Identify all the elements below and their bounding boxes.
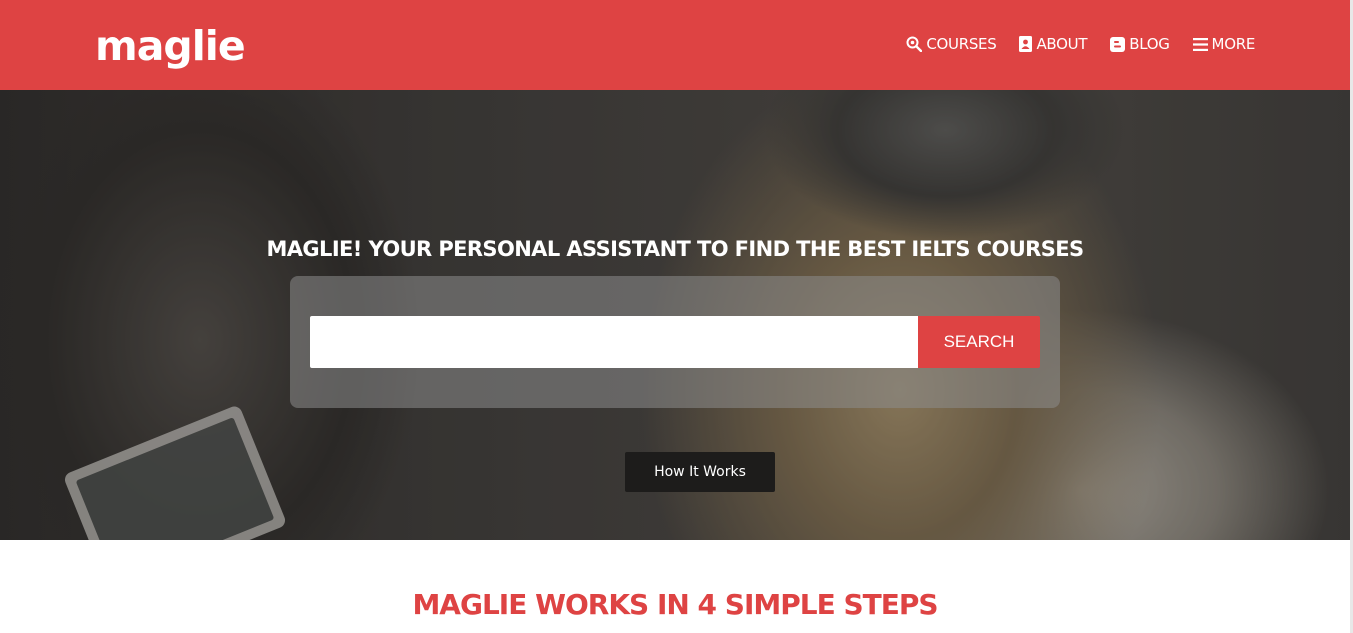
- nav-item-label: MORE: [1211, 35, 1256, 53]
- how-it-works-button[interactable]: How It Works: [625, 452, 775, 492]
- main-nav: COURSES ABOUT BLOG MORE: [906, 34, 1255, 54]
- nav-item-label: ABOUT: [1036, 35, 1088, 53]
- steps-title: MAGLIE WORKS IN 4 SIMPLE STEPS: [412, 588, 938, 621]
- search-button[interactable]: SEARCH: [918, 316, 1040, 368]
- blogger-icon: [1110, 36, 1126, 52]
- site-logo[interactable]: maglie: [95, 22, 246, 70]
- nav-item-about[interactable]: ABOUT: [1019, 34, 1088, 54]
- search-panel: SEARCH: [290, 276, 1060, 408]
- nav-item-label: BLOG: [1129, 35, 1170, 53]
- hero-section: MAGLIE! YOUR PERSONAL ASSISTANT TO FIND …: [0, 90, 1350, 540]
- hero-title: MAGLIE! YOUR PERSONAL ASSISTANT TO FIND …: [266, 237, 1084, 261]
- nav-item-blog[interactable]: BLOG: [1110, 34, 1170, 54]
- search-icon: [906, 36, 923, 52]
- nav-item-courses[interactable]: COURSES: [906, 34, 997, 54]
- menu-icon: [1192, 37, 1208, 51]
- contact-card-icon: [1019, 36, 1033, 52]
- nav-item-more[interactable]: MORE: [1192, 34, 1256, 54]
- site-header: maglie COURSES ABOUT BLOG MORE: [0, 0, 1350, 90]
- nav-item-label: COURSES: [926, 35, 997, 53]
- search-input[interactable]: [310, 316, 918, 368]
